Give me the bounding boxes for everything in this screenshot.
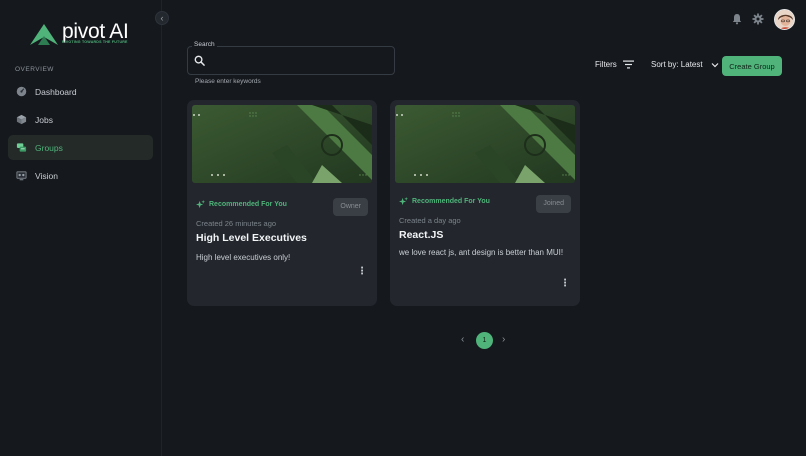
- more-options-icon[interactable]: ⋮: [357, 266, 367, 278]
- owner-badge: Owner: [333, 198, 368, 216]
- sort-label: Sort by: Latest: [651, 60, 703, 69]
- search-icon: [194, 55, 205, 66]
- more-options-icon[interactable]: ⋮: [560, 278, 570, 290]
- create-group-button[interactable]: Create Group: [722, 56, 782, 76]
- filters-button[interactable]: Filters: [595, 60, 634, 69]
- sidebar-item-groups[interactable]: Groups: [8, 135, 153, 160]
- pagination-next-button[interactable]: ›: [502, 334, 505, 345]
- sidebar-item-label: Jobs: [35, 114, 53, 125]
- filters-label: Filters: [595, 60, 617, 69]
- joined-badge: Joined: [536, 195, 571, 213]
- group-title[interactable]: React.JS: [399, 229, 443, 241]
- sparkle-icon: [399, 197, 408, 206]
- sort-select[interactable]: Sort by: Latest: [651, 60, 719, 69]
- group-description: we love react js, ant design is better t…: [399, 248, 564, 257]
- gear-icon[interactable]: [752, 13, 764, 25]
- sidebar-item-dashboard[interactable]: Dashboard: [8, 79, 153, 104]
- jobs-icon: [16, 114, 27, 125]
- sidebar-item-jobs[interactable]: Jobs: [8, 107, 153, 132]
- groups-icon: [16, 143, 27, 152]
- search-field[interactable]: [187, 46, 395, 75]
- created-time: Created 26 minutes ago: [196, 219, 277, 228]
- group-card[interactable]: Recommended For You Joined Created a day…: [390, 100, 580, 306]
- chevron-right-icon: ›: [502, 334, 506, 345]
- pivot-logo-icon: [30, 24, 58, 45]
- abstract-banner-graphic: [395, 105, 575, 183]
- sidebar-item-vision[interactable]: Vision: [8, 163, 153, 188]
- filter-lines-icon: [622, 60, 634, 69]
- card-banner-image: [192, 105, 372, 183]
- brand-tagline: PIVOTING TOWARDS THE FUTURE: [62, 40, 128, 44]
- pagination-page-button[interactable]: 1: [476, 332, 493, 349]
- pagination-prev-button[interactable]: ‹: [461, 334, 464, 345]
- search-input[interactable]: [210, 52, 390, 70]
- created-time: Created a day ago: [399, 216, 461, 225]
- brand-logo[interactable]: pivot AI PIVOTING TOWARDS THE FUTURE: [28, 20, 148, 50]
- sidebar-item-label: Dashboard: [35, 86, 77, 97]
- recommended-label: Recommended For You: [209, 201, 287, 208]
- sidebar: pivot AI PIVOTING TOWARDS THE FUTURE OVE…: [0, 0, 162, 456]
- group-card[interactable]: Recommended For You Owner Created 26 min…: [187, 100, 377, 306]
- group-title[interactable]: High Level Executives: [196, 232, 307, 244]
- sidebar-item-label: Groups: [35, 142, 63, 153]
- dashboard-icon: [16, 86, 27, 97]
- search-helper-text: Please enter keywords: [195, 78, 261, 85]
- avatar-face-icon: [775, 10, 794, 29]
- group-description: High level executives only!: [196, 253, 291, 262]
- card-banner-image: [395, 105, 575, 183]
- recommended-tag: Recommended For You: [399, 197, 490, 206]
- sidebar-item-label: Vision: [35, 170, 58, 181]
- user-avatar[interactable]: [774, 9, 795, 30]
- sidebar-collapse-button[interactable]: ‹: [155, 11, 169, 25]
- nav-section-label: OVERVIEW: [15, 66, 54, 73]
- recommended-label: Recommended For You: [412, 198, 490, 205]
- recommended-tag: Recommended For You: [196, 200, 287, 209]
- chevron-down-icon: [711, 62, 719, 67]
- abstract-banner-graphic: [192, 105, 372, 183]
- sparkle-icon: [196, 200, 205, 209]
- search-label: Search: [192, 41, 217, 48]
- chevron-left-icon: ‹: [160, 13, 164, 23]
- vision-icon: [16, 171, 27, 181]
- chevron-left-icon: ‹: [461, 334, 465, 345]
- bell-icon[interactable]: [731, 13, 743, 25]
